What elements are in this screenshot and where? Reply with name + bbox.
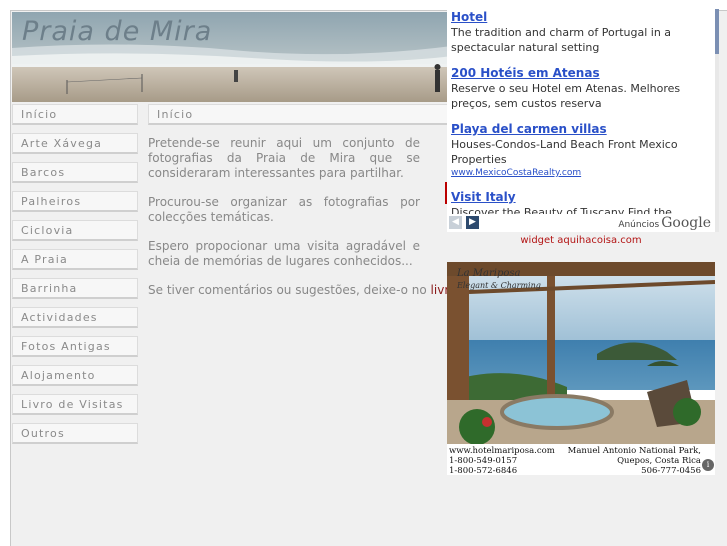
hotel-brand-name: La Mariposa — [457, 268, 521, 279]
hotel-tagline: Elegant & Charming — [457, 281, 541, 290]
ad-url-link[interactable]: www.MexicoCostaRealty.com — [451, 167, 709, 179]
hotel-ad-caption: www.hotelmariposa.com 1-800-549-0157 1-8… — [447, 444, 715, 475]
main-menu: Início Arte Xávega Barcos Palheiros Cicl… — [12, 104, 138, 452]
ad-description: The tradition and charm of Portugal in a… — [451, 26, 672, 54]
site-title: Praia de Mira — [22, 16, 213, 47]
menu-item-palheiros[interactable]: Palheiros — [12, 191, 138, 212]
ad-item: Playa del carmen villas Houses-Condos-La… — [447, 121, 715, 179]
menu-item-ciclovia[interactable]: Ciclovia — [12, 220, 138, 241]
ad-title-link[interactable]: Visit Italy — [451, 189, 709, 205]
hotel-phone-1: 1-800-549-0157 — [449, 456, 518, 466]
intro-paragraph-3: Espero propocionar uma visita agradável … — [148, 239, 420, 268]
content-heading: Início — [148, 104, 448, 125]
menu-item-barcos[interactable]: Barcos — [12, 162, 138, 183]
hotel-logo: La Mariposa Elegant & Charming — [457, 268, 541, 292]
ad-title-link[interactable]: 200 Hotéis em Atenas — [451, 65, 709, 81]
menu-item-inicio[interactable]: Início — [12, 104, 138, 125]
menu-item-arte-xavega[interactable]: Arte Xávega — [12, 133, 138, 154]
info-icon[interactable]: i — [702, 459, 714, 471]
google-logo: Google — [661, 215, 711, 231]
intro-paragraph-4: Se tiver comentários ou sugestões, deixe… — [148, 283, 475, 298]
main-content: Pretende-se reunir aqui um conjunto de f… — [148, 136, 475, 312]
hotel-contact-left: www.hotelmariposa.com 1-800-549-0157 1-8… — [449, 446, 555, 475]
intro-paragraph-1: Pretende-se reunir aqui um conjunto de f… — [148, 136, 420, 180]
scrollbar-thumb[interactable] — [715, 9, 719, 54]
ads-scrollbar[interactable] — [715, 9, 719, 232]
header-banner: Praia de Mira — [12, 12, 452, 102]
ads-label-text: Anúncios — [618, 220, 660, 230]
hotel-phone-2: 1-800-572-6846 — [449, 466, 518, 475]
ad-description: Houses-Condos-Land Beach Front Mexico Pr… — [451, 138, 678, 166]
next-arrow-icon[interactable]: ▶ — [466, 216, 479, 229]
ads-footer: ◀ ▶ Anúncios Google — [447, 214, 715, 232]
menu-item-livro-de-visitas[interactable]: Livro de Visitas — [12, 394, 138, 415]
guestbook-prompt: Se tiver comentários ou sugestões, deixe… — [148, 283, 431, 297]
hotel-contact-right: Manuel Antonio National Park, Quepos, Co… — [568, 446, 701, 475]
menu-item-fotos-antigas[interactable]: Fotos Antigas — [12, 336, 138, 357]
ads-by-label[interactable]: Anúncios Google — [618, 215, 711, 231]
ad-item: 200 Hotéis em Atenas Reserve o seu Hotel… — [447, 65, 715, 111]
ad-description: Reserve o seu Hotel em Atenas. Melhores … — [451, 82, 681, 110]
hotel-phone-3: 506-777-0456 — [641, 466, 701, 475]
hotel-location-1: Manuel Antonio National Park, — [567, 446, 701, 456]
menu-item-actividades[interactable]: Actividades — [12, 307, 138, 328]
google-ads-box: Hotel The tradition and charm of Portuga… — [447, 9, 715, 232]
menu-item-alojamento[interactable]: Alojamento — [12, 365, 138, 386]
previous-arrow-icon[interactable]: ◀ — [449, 216, 462, 229]
menu-item-barrinha[interactable]: Barrinha — [12, 278, 138, 299]
hotel-website: www.hotelmariposa.com — [449, 446, 555, 456]
ad-title-link[interactable]: Playa del carmen villas — [451, 121, 709, 137]
ad-item: Hotel The tradition and charm of Portuga… — [447, 9, 715, 55]
hotel-banner-ad[interactable]: La Mariposa Elegant & Charming www.hotel… — [447, 262, 715, 475]
menu-item-a-praia[interactable]: A Praia — [12, 249, 138, 270]
hotel-location-2: Quepos, Costa Rica — [617, 456, 701, 466]
widget-credit-link[interactable]: widget aquihacoisa.com — [447, 234, 715, 248]
menu-item-outros[interactable]: Outros — [12, 423, 138, 444]
intro-paragraph-2: Procurou-se organizar as fotografias por… — [148, 195, 420, 224]
ad-title-link[interactable]: Hotel — [451, 9, 709, 25]
